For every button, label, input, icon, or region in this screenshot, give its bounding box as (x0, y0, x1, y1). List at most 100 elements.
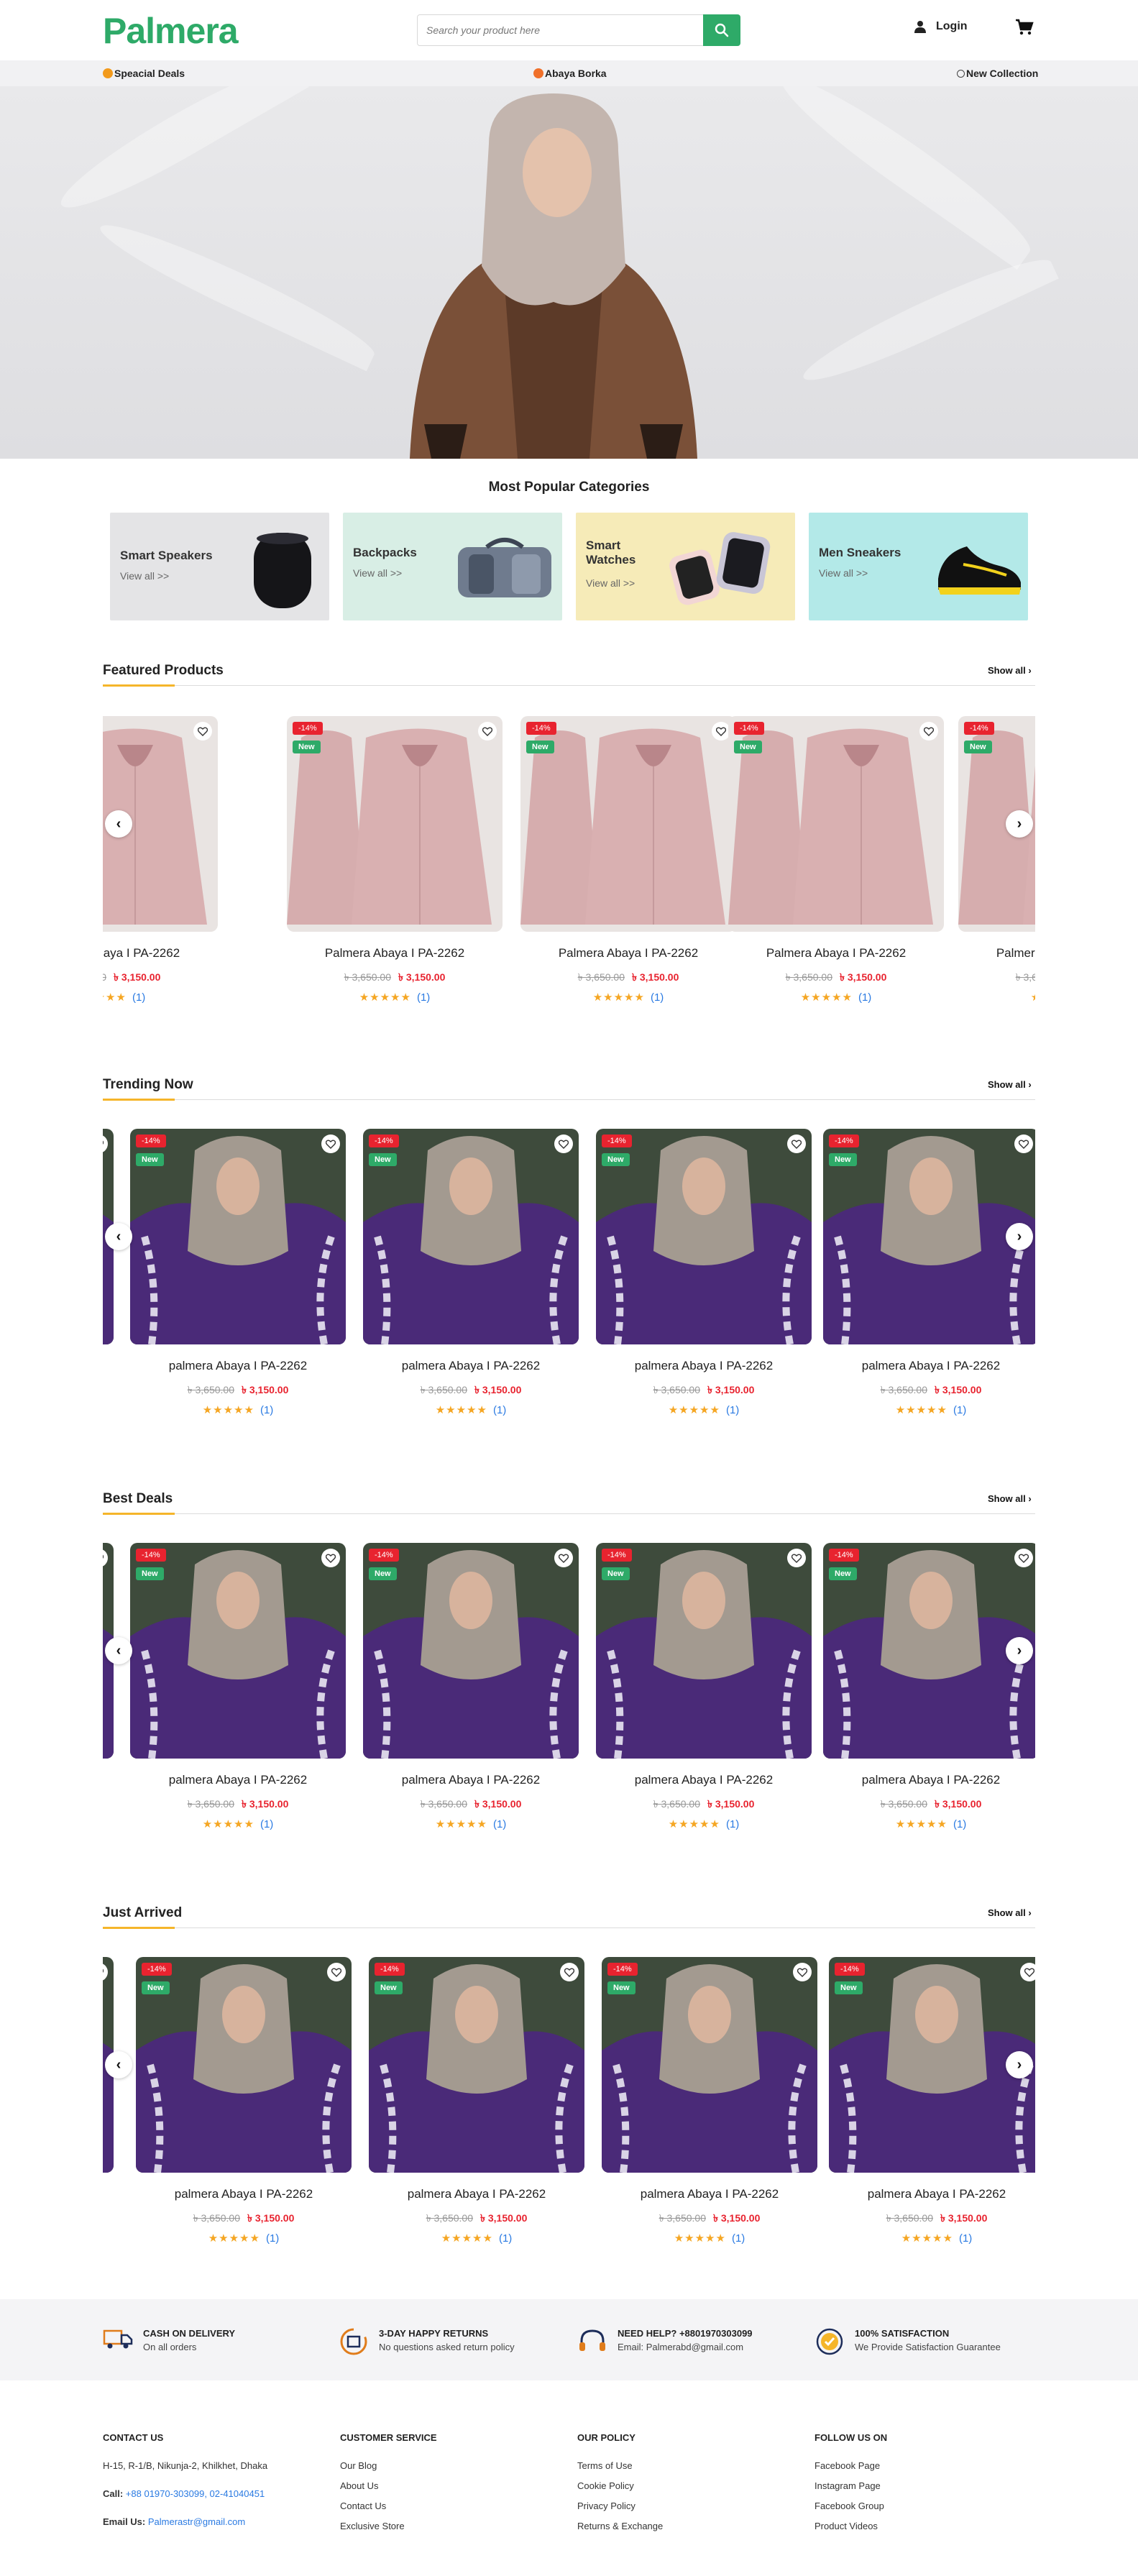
wishlist-button[interactable] (919, 722, 938, 741)
footer-link-returns[interactable]: Returns & Exchange (577, 2521, 663, 2531)
special-deals-link[interactable]: Speacial Deals (103, 68, 185, 79)
footer-link-terms[interactable]: Terms of Use (577, 2460, 663, 2471)
product-image-wrap[interactable]: -14% New (136, 1957, 352, 2173)
carousel-prev-button[interactable]: ‹ (105, 810, 132, 838)
rating-count[interactable]: (1) (959, 2232, 972, 2245)
show-all-featured[interactable]: Show all › (988, 665, 1032, 676)
product-image-wrap[interactable]: -14% New (520, 716, 736, 932)
rating-count[interactable]: (1) (493, 1404, 506, 1416)
product-name[interactable]: Palmera Abaya I PA-2262 (287, 946, 503, 961)
search-button[interactable] (703, 14, 740, 46)
product-name[interactable]: palmera Abaya I PA-2262 (103, 1773, 114, 1787)
product-name[interactable]: palmera Abaya I PA-2262 (829, 2187, 1035, 2201)
product-image-wrap[interactable]: -14% New (602, 1957, 817, 2173)
product-image-wrap[interactable]: -14% New (596, 1543, 812, 1759)
show-all-best-deals[interactable]: Show all › (988, 1493, 1032, 1504)
product-image-wrap[interactable]: -14% New (363, 1129, 579, 1344)
show-all-trending[interactable]: Show all › (988, 1079, 1032, 1090)
product-name[interactable]: Palmera Abaya I PA-2262 (728, 946, 944, 961)
product-image-wrap[interactable]: -14% New (728, 716, 944, 932)
search-input[interactable]: Search your product here (417, 14, 705, 46)
product-name[interactable]: palmera Abaya I PA-2262 (136, 2187, 352, 2201)
email-link[interactable]: Palmerastr@gmail.com (148, 2516, 245, 2527)
wishlist-button[interactable] (787, 1549, 806, 1567)
login-link[interactable]: Login (914, 20, 968, 33)
footer-link-facebook-group[interactable]: Facebook Group (815, 2501, 887, 2511)
product-image-wrap[interactable]: -14% New (823, 1129, 1035, 1344)
wishlist-button[interactable] (1020, 1963, 1035, 1981)
carousel-next-button[interactable]: › (1006, 1637, 1033, 1664)
footer-link-facebook-page[interactable]: Facebook Page (815, 2460, 887, 2471)
site-logo[interactable]: Palmera (103, 10, 239, 52)
product-name[interactable]: palmera Abaya I PA-2262 (823, 1773, 1035, 1787)
rating-count[interactable]: (1) (651, 991, 664, 1004)
carousel-prev-button[interactable]: ‹ (105, 1223, 132, 1250)
category-view-all[interactable]: View all >> (353, 567, 402, 579)
product-name[interactable]: Palmera Abaya I PA-2262 (520, 946, 736, 961)
product-image-wrap[interactable]: -14% New (287, 716, 503, 932)
product-image-wrap[interactable]: -14% New (130, 1129, 346, 1344)
rating-count[interactable]: (1) (417, 991, 430, 1004)
wishlist-button[interactable] (1014, 1135, 1033, 1153)
footer-link-instagram[interactable]: Instagram Page (815, 2480, 887, 2491)
category-view-all[interactable]: View all >> (120, 570, 169, 582)
carousel-next-button[interactable]: › (1006, 1223, 1033, 1250)
abaya-borka-link[interactable]: Abaya Borka (533, 68, 607, 79)
product-image-wrap[interactable]: -14% New (596, 1129, 812, 1344)
product-name[interactable]: palmera Abaya I PA-2262 (823, 1359, 1035, 1373)
wishlist-button[interactable] (554, 1549, 573, 1567)
product-name[interactable]: palmera Abaya I PA-2262 (369, 2187, 584, 2201)
product-image-wrap[interactable]: -14% New (823, 1543, 1035, 1759)
wishlist-button[interactable] (554, 1135, 573, 1153)
wishlist-button[interactable] (327, 1963, 346, 1981)
product-image-wrap[interactable]: -14% New (130, 1543, 346, 1759)
footer-link-our-blog[interactable]: Our Blog (340, 2460, 437, 2471)
show-all-just-arrived[interactable]: Show all › (988, 1907, 1032, 1918)
product-name[interactable]: palmera Abaya I PA-2262 (103, 2187, 114, 2201)
product-image-wrap[interactable]: -14% New (369, 1957, 584, 2173)
rating-count[interactable]: (1) (493, 1818, 506, 1830)
category-view-all[interactable]: View all >> (586, 577, 635, 589)
product-name[interactable]: palmera Abaya I PA-2262 (103, 1359, 114, 1373)
call-number-link[interactable]: +88 01970-303099, 02-41040451 (126, 2488, 265, 2499)
cart-button[interactable] (1015, 19, 1034, 40)
wishlist-button[interactable] (560, 1963, 579, 1981)
product-image-wrap[interactable]: -14% New (829, 1957, 1035, 2173)
product-name[interactable]: palmera Abaya I PA-2262 (363, 1359, 579, 1373)
wishlist-button[interactable] (321, 1549, 340, 1567)
product-name[interactable]: palmera Abaya I PA-2262 (130, 1359, 346, 1373)
category-view-all[interactable]: View all >> (819, 567, 868, 579)
rating-count[interactable]: (1) (858, 991, 871, 1004)
rating-count[interactable]: (1) (132, 991, 145, 1004)
footer-link-product-videos[interactable]: Product Videos (815, 2521, 887, 2531)
product-name[interactable]: Palmera Abaya I PA-2262 (103, 946, 218, 961)
product-name[interactable]: palmera Abaya I PA-2262 (602, 2187, 817, 2201)
footer-link-contact-us[interactable]: Contact Us (340, 2501, 437, 2511)
rating-count[interactable]: (1) (260, 1404, 273, 1416)
wishlist-button[interactable] (787, 1135, 806, 1153)
rating-count[interactable]: (1) (953, 1818, 966, 1830)
wishlist-button[interactable] (478, 722, 497, 741)
product-name[interactable]: Palmera Abaya I PA-2262 (958, 946, 1035, 961)
rating-count[interactable]: (1) (499, 2232, 512, 2245)
wishlist-button[interactable] (793, 1963, 812, 1981)
wishlist-button[interactable] (321, 1135, 340, 1153)
new-collection-link[interactable]: New Collection (957, 68, 1038, 79)
product-name[interactable]: palmera Abaya I PA-2262 (363, 1773, 579, 1787)
hero-banner[interactable] (0, 86, 1138, 459)
category-card-smart-speakers[interactable]: Smart Speakers View all >> (110, 513, 329, 620)
carousel-prev-button[interactable]: ‹ (105, 1637, 132, 1664)
carousel-next-button[interactable]: › (1006, 2051, 1033, 2078)
rating-count[interactable]: (1) (726, 1818, 739, 1830)
category-card-backpacks[interactable]: Backpacks View all >> (343, 513, 562, 620)
carousel-next-button[interactable]: › (1006, 810, 1033, 838)
footer-link-cookie-policy[interactable]: Cookie Policy (577, 2480, 663, 2491)
footer-link-about-us[interactable]: About Us (340, 2480, 437, 2491)
rating-count[interactable]: (1) (266, 2232, 279, 2245)
product-image-wrap[interactable]: -14% New (363, 1543, 579, 1759)
product-name[interactable]: palmera Abaya I PA-2262 (130, 1773, 346, 1787)
wishlist-button[interactable] (1014, 1549, 1033, 1567)
product-name[interactable]: palmera Abaya I PA-2262 (596, 1773, 812, 1787)
product-name[interactable]: palmera Abaya I PA-2262 (596, 1359, 812, 1373)
category-card-smart-watches[interactable]: Smart Watches View all >> (576, 513, 795, 620)
